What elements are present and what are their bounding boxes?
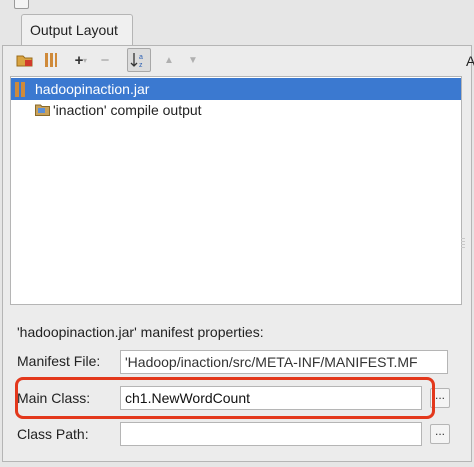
manifest-file-field[interactable]: 'Hadoop/inaction/src/META-INF/MANIFEST.M…: [120, 350, 448, 374]
create-directory-icon[interactable]: [14, 48, 36, 72]
manifest-file-label: Manifest File:: [17, 353, 101, 369]
add-dropdown-icon[interactable]: ▾: [80, 48, 90, 72]
manifest-heading: 'hadoopinaction.jar' manifest properties…: [17, 324, 264, 340]
tree-row-label: hadoopinaction.jar: [35, 81, 150, 97]
scrollbar-grip[interactable]: [461, 238, 465, 250]
class-path-label: Class Path:: [17, 426, 89, 442]
toolbar: + ▾ − az ▲ ▼: [12, 48, 452, 74]
remove-icon[interactable]: −: [94, 48, 116, 72]
archive-icon[interactable]: [40, 48, 62, 72]
sort-alpha-icon[interactable]: az: [127, 48, 151, 72]
tab-output-layout[interactable]: Output Layout: [21, 14, 133, 46]
svg-text:a: a: [139, 54, 143, 61]
move-down-icon[interactable]: ▼: [182, 48, 204, 72]
checkbox[interactable]: [14, 0, 29, 9]
tree-row-jar[interactable]: hadoopinaction.jar: [11, 78, 461, 100]
move-up-icon[interactable]: ▲: [158, 48, 180, 72]
class-path-field[interactable]: [120, 422, 422, 446]
jar-icon: [15, 82, 29, 97]
manifest-properties: 'hadoopinaction.jar' manifest properties…: [10, 313, 462, 463]
tab-label: Output Layout: [30, 22, 118, 38]
svg-text:z: z: [139, 62, 143, 69]
folder-icon: [35, 104, 50, 116]
highlight-annotation: [15, 377, 435, 419]
tree-row-label: 'inaction' compile output: [53, 102, 202, 118]
output-layout-tree[interactable]: hadoopinaction.jar 'inaction' compile ou…: [10, 76, 462, 305]
class-path-browse-button[interactable]: ...: [430, 424, 450, 444]
top-strip: [0, 0, 474, 14]
cut-off-label: A: [466, 53, 474, 69]
